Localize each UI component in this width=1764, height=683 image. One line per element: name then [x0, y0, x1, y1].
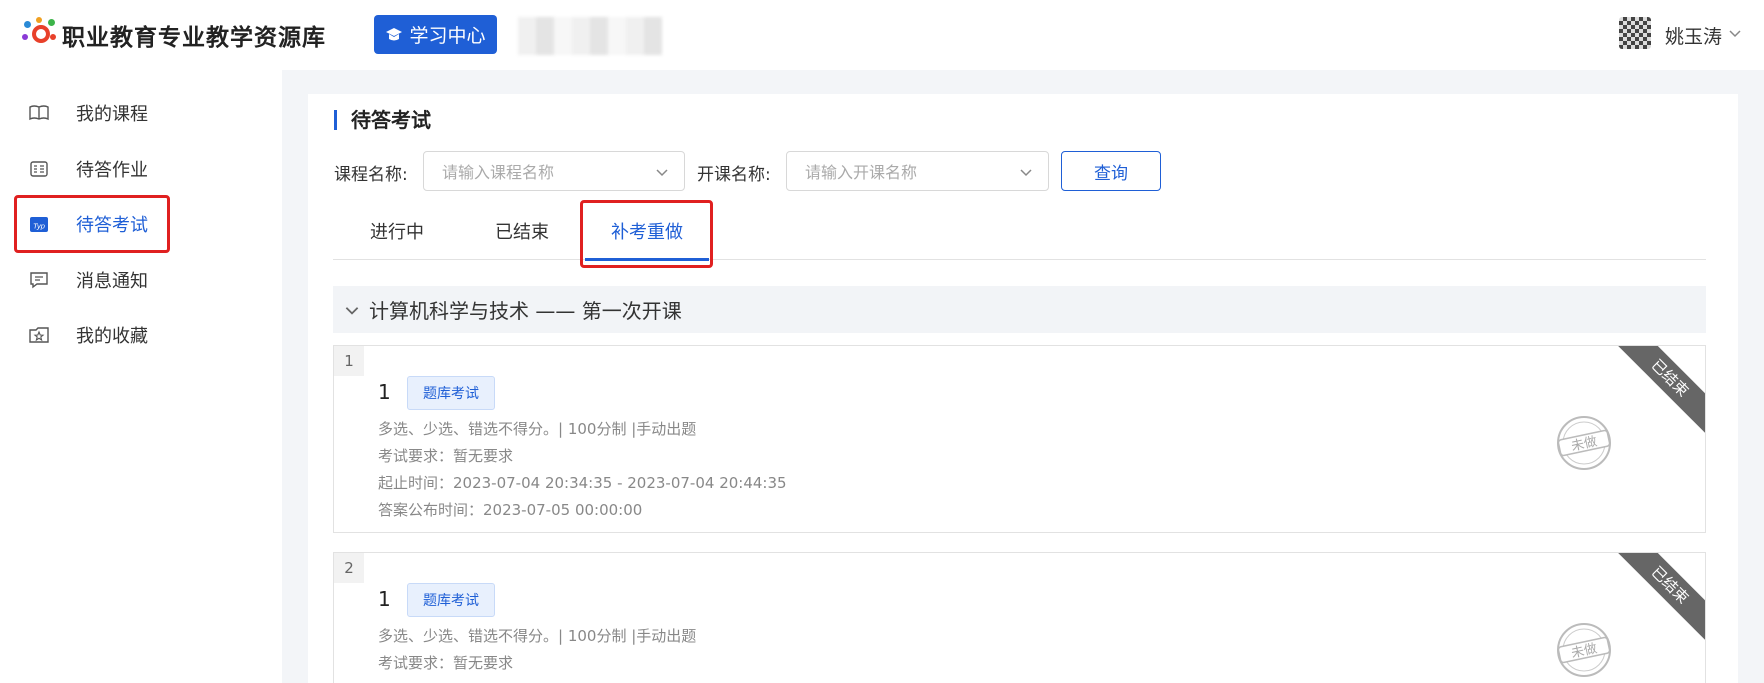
class-name-placeholder: 请输入开课名称 [805, 163, 918, 182]
sidebar-item-my-courses[interactable]: 我的课程 [28, 98, 148, 128]
sidebar-item-label: 待答作业 [76, 160, 148, 181]
site-logo-icon[interactable] [22, 17, 58, 53]
exam-rules: 多选、少选、错选不得分。| 100分制 |手动出题 [378, 420, 697, 438]
exam-requirement: 考试要求：暂无要求 [378, 447, 514, 465]
not-done-stamp-icon: 未做 [1557, 416, 1611, 470]
page-title: 待答考试 [334, 110, 431, 130]
active-item-highlight [14, 195, 170, 253]
exam-rules: 多选、少选、错选不得分。| 100分制 |手动出题 [378, 627, 697, 645]
chevron-down-icon [1020, 169, 1032, 177]
exam-number: 1 [378, 380, 391, 404]
course-name-placeholder: 请输入课程名称 [442, 163, 555, 182]
tab-ended[interactable]: 已结束 [495, 218, 549, 244]
top-header: 职业教育专业教学资源库 学习中心 姚玉涛 [0, 0, 1764, 70]
sidebar-item-pending-homework[interactable]: 待答作业 [28, 154, 148, 184]
course-group-header[interactable]: 计算机科学与技术 —— 第一次开课 [333, 286, 1706, 333]
exam-card[interactable]: 2 1 题库考试 多选、少选、错选不得分。| 100分制 |手动出题 考试要求：… [333, 552, 1706, 683]
learning-center-button[interactable]: 学习中心 [374, 15, 497, 54]
tab-in-progress[interactable]: 进行中 [370, 218, 424, 244]
homework-icon [28, 158, 50, 180]
ended-ribbon: 已结束 [1614, 553, 1705, 641]
chevron-down-icon[interactable] [1727, 25, 1743, 41]
tabs-divider [333, 259, 1706, 260]
user-name[interactable]: 姚玉涛 [1665, 22, 1722, 49]
exam-time-range: 起止时间：2023-07-04 20:34:35 - 2023-07-04 20… [378, 474, 787, 492]
sidebar-item-label: 消息通知 [76, 271, 148, 292]
exam-type-tag: 题库考试 [407, 583, 495, 617]
course-name-label: 课程名称: [334, 165, 408, 185]
course-name-select[interactable]: 请输入课程名称 [423, 151, 685, 191]
book-icon [28, 102, 50, 124]
sidebar-item-favorites[interactable]: 我的收藏 [28, 320, 148, 350]
learning-center-label: 学习中心 [409, 25, 486, 47]
message-icon [28, 269, 50, 291]
exam-requirement: 考试要求：暂无要求 [378, 654, 514, 672]
exam-answer-time: 答案公布时间：2023-07-05 00:00:00 [378, 501, 643, 519]
exam-card[interactable]: 1 1 题库考试 多选、少选、错选不得分。| 100分制 |手动出题 考试要求：… [333, 345, 1706, 533]
exam-index: 1 [334, 346, 364, 376]
chevron-down-icon [345, 306, 359, 315]
blurred-region [518, 17, 662, 55]
sidebar-item-label: 我的课程 [76, 104, 148, 125]
query-button[interactable]: 查询 [1061, 151, 1161, 191]
sidebar-item-notifications[interactable]: 消息通知 [28, 265, 148, 295]
site-title[interactable]: 职业教育专业教学资源库 [62, 18, 326, 52]
chevron-down-icon [656, 169, 668, 177]
ended-ribbon: 已结束 [1614, 346, 1705, 434]
not-done-stamp-icon: 未做 [1557, 623, 1611, 677]
exam-number: 1 [378, 587, 391, 611]
exam-type-tag: 题库考试 [407, 376, 495, 410]
exam-index: 2 [334, 553, 364, 583]
user-avatar[interactable] [1619, 17, 1651, 49]
sidebar-item-label: 我的收藏 [76, 326, 148, 347]
active-tab-highlight [580, 200, 713, 268]
class-name-select[interactable]: 请输入开课名称 [786, 151, 1049, 191]
favorite-icon [28, 324, 50, 346]
graduation-cap-icon [386, 27, 403, 40]
course-group-title: 计算机科学与技术 —— 第一次开课 [369, 299, 682, 323]
class-name-label: 开课名称: [697, 165, 771, 185]
